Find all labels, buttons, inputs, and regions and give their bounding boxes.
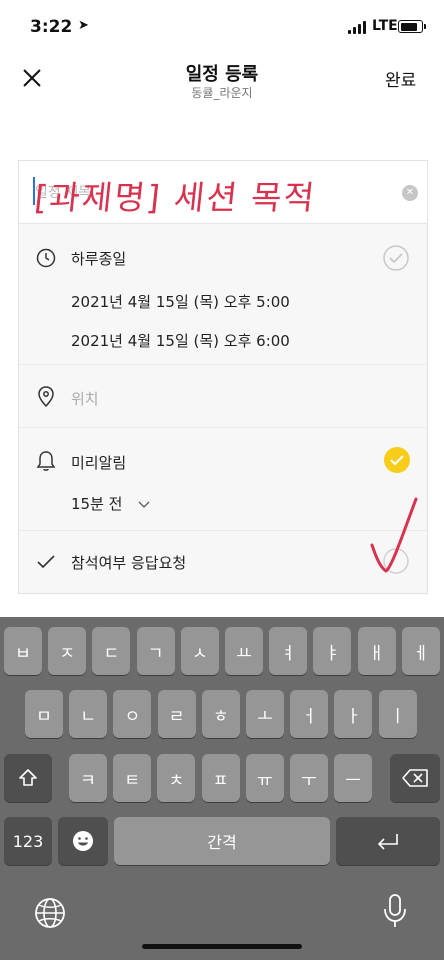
handwritten-check-annotation: [370, 497, 418, 573]
key[interactable]: ㅎ: [201, 690, 240, 738]
home-indicator: [142, 944, 302, 949]
keyboard: ㅂㅈㄷㄱㅅㅛㅕㅑㅐㅔ ㅁㄴㅇㄹㅎㅗㅓㅏㅣ ㅋㅌㅊㅍㅠㅜㅡ 123 간격: [0, 617, 444, 960]
return-icon: [377, 834, 398, 850]
done-button[interactable]: 완료: [385, 66, 416, 91]
key[interactable]: ㅣ: [378, 690, 417, 738]
bell-icon: [36, 451, 56, 471]
reminder-toggle[interactable]: [383, 446, 411, 474]
location-input[interactable]: 위치: [71, 388, 99, 409]
return-key[interactable]: [336, 817, 440, 865]
signal-icon: [348, 21, 368, 34]
key[interactable]: ㅁ: [25, 690, 63, 738]
key[interactable]: ㅇ: [113, 690, 152, 738]
key[interactable]: ㅅ: [180, 627, 219, 675]
delete-key[interactable]: [390, 754, 440, 802]
divider: [19, 427, 427, 428]
microphone-icon[interactable]: [382, 893, 408, 929]
key[interactable]: ㄱ: [136, 627, 175, 675]
end-datetime[interactable]: 2021년 4월 15일 (목) 오후 6:00: [71, 330, 290, 351]
checkmark-icon: [37, 555, 55, 569]
key[interactable]: ㅑ: [313, 627, 352, 675]
title-row: [과제명] 세션 목적 ✕: [19, 161, 427, 224]
event-title-input[interactable]: [33, 179, 377, 207]
shift-icon: [19, 769, 37, 786]
reminder-time-dropdown[interactable]: 15분 전: [71, 493, 150, 514]
battery-cap: [424, 24, 426, 29]
emoji-icon: [73, 831, 93, 851]
battery-icon: [398, 20, 423, 33]
key[interactable]: ㅏ: [334, 690, 373, 738]
page-subtitle: 동큘_라운지: [191, 86, 253, 100]
key[interactable]: ㅐ: [357, 627, 396, 675]
status-time: 3:22: [30, 17, 73, 37]
key[interactable]: ㅈ: [48, 627, 87, 675]
key[interactable]: ㅍ: [201, 754, 240, 802]
clear-title-button[interactable]: ✕: [402, 185, 418, 201]
location-arrow-icon: ➤: [78, 18, 89, 33]
key[interactable]: ㄹ: [157, 690, 196, 738]
clock-icon: [36, 248, 56, 268]
backspace-icon: [402, 769, 428, 787]
key[interactable]: ㅌ: [113, 754, 152, 802]
shift-key[interactable]: [4, 754, 52, 802]
start-datetime[interactable]: 2021년 4월 15일 (목) 오후 5:00: [71, 291, 290, 312]
key[interactable]: ㅠ: [245, 754, 284, 802]
key[interactable]: ㅗ: [246, 690, 284, 738]
key[interactable]: ㅕ: [269, 627, 308, 675]
key[interactable]: ㅡ: [334, 754, 373, 802]
all-day-toggle[interactable]: [383, 245, 409, 271]
chevron-down-icon: [138, 501, 150, 508]
space-key[interactable]: 간격: [114, 817, 330, 865]
divider: [19, 364, 427, 365]
key[interactable]: ㅂ: [4, 627, 42, 675]
text-caret: [33, 177, 35, 205]
key[interactable]: ㄷ: [92, 627, 131, 675]
all-day-label: 하루종일: [71, 250, 127, 268]
key[interactable]: ㄴ: [69, 690, 108, 738]
location-pin-icon: [38, 386, 54, 408]
key[interactable]: ㅛ: [225, 627, 263, 675]
event-form: [과제명] 세션 목적 ✕ 하루종일 2021년 4월 15일 (목) 오후 5…: [18, 160, 428, 594]
key[interactable]: ㅓ: [290, 690, 329, 738]
emoji-key[interactable]: [58, 817, 108, 865]
key[interactable]: ㅜ: [290, 754, 328, 802]
reminder-label: 미리알림: [71, 454, 127, 472]
key[interactable]: ㅋ: [69, 754, 107, 802]
key[interactable]: ㅔ: [401, 627, 440, 675]
reminder-time-value: 15분 전: [71, 495, 123, 513]
globe-icon[interactable]: [33, 896, 67, 930]
numbers-key[interactable]: 123: [4, 817, 52, 865]
network-type: LTE: [372, 18, 398, 34]
key[interactable]: ㅊ: [157, 754, 196, 802]
page-title: 일정 등록: [185, 64, 259, 85]
rsvp-label: 참석여부 응답요청: [71, 554, 187, 572]
